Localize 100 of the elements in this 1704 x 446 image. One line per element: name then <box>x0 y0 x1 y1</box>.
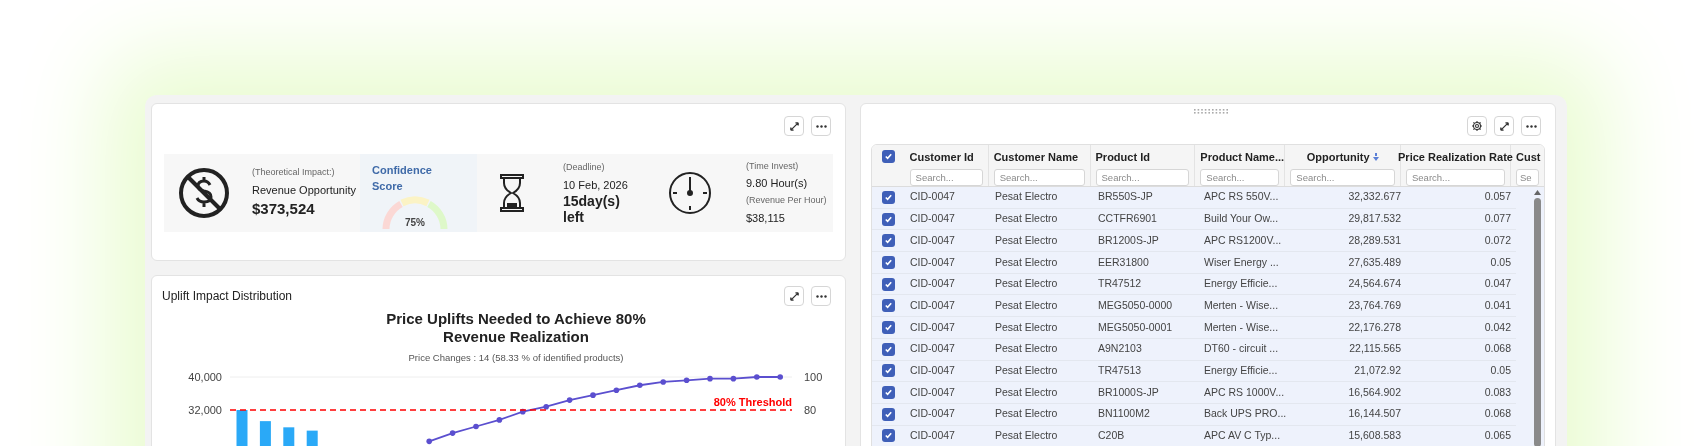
table-cell-text: APC RS 1000V... <box>1204 384 1285 400</box>
table-cell: APC AV C Typ... <box>1204 428 1281 444</box>
no-dollar-icon <box>178 167 230 219</box>
kpi-caption: (Theoretical Impact:) <box>252 166 336 179</box>
column-header[interactable]: Price Realization Rate <box>1398 149 1513 166</box>
more-button[interactable] <box>811 116 831 136</box>
table-cell: CCTFR6901 <box>1098 211 1157 227</box>
table-cell-text: Pesat Electro <box>995 384 1058 400</box>
row-checkbox[interactable] <box>882 234 895 248</box>
table-cell: 0.047 <box>1484 276 1511 292</box>
column-header[interactable]: Product Id <box>1095 149 1150 166</box>
bar <box>306 430 318 446</box>
chart-subtitle: Price Changes : 14 (58.33 % of identified products) <box>408 351 624 365</box>
expand-button[interactable] <box>784 286 804 306</box>
data-point <box>613 387 620 394</box>
column-header[interactable]: Cust <box>1516 149 1541 166</box>
table-row[interactable]: CID-0047 Pesat Electro A9N2103 DT60 - circuit ... 22,115.565 0.068 <box>872 338 1516 361</box>
table-row[interactable]: CID-0047 Pesat Electro BR1200S-JP APC RS1200V... 28,289.531 0.072 <box>872 230 1516 253</box>
revenue-per-hour: $38,115 <box>746 211 786 226</box>
table-cell-text: Pesat Electro <box>995 189 1058 205</box>
more-button[interactable] <box>1521 116 1541 136</box>
row-checkbox[interactable] <box>882 212 895 226</box>
table-cell-text: CID-0047 <box>910 254 955 270</box>
expand-button[interactable] <box>1494 116 1514 136</box>
row-checkbox[interactable] <box>882 190 895 204</box>
table-row[interactable]: CID-0047 Pesat Electro BN1100M2 Back UPS PRO... 16,144.507 0.068 <box>872 403 1516 426</box>
table-cell-text: 0.041 <box>1484 297 1511 313</box>
row-checkbox[interactable] <box>882 277 895 291</box>
row-checkbox[interactable] <box>882 429 895 443</box>
table-cell-text: 0.083 <box>1484 384 1511 400</box>
table-row[interactable]: CID-0047 Pesat Electro EER31800 Wiser Energy ... 27,635.489 0.05 <box>872 252 1516 274</box>
table-cell-text: Wiser Energy ... <box>1204 254 1279 270</box>
table-row[interactable]: CID-0047 Pesat Electro TR47513 Energy Efficie... 21,072.92 0.05 <box>872 360 1516 383</box>
table-cell-text: Merten - Wise... <box>1204 319 1279 335</box>
table-cell: CID-0047 <box>910 276 955 292</box>
table-row[interactable]: CID-0047 Pesat Electro C20B APC AV C Typ... 15,608.583 0.065 <box>872 425 1516 446</box>
expand-button[interactable] <box>784 116 804 136</box>
table-row[interactable]: CID-0047 Pesat Electro BR1000S-JP APC RS 1000V... 16,564.902 0.083 <box>872 382 1516 404</box>
table-cell: 0.077 <box>1484 211 1511 227</box>
column-header[interactable]: Customer Name <box>993 149 1079 166</box>
chart-title: Price Uplifts Needed to Achieve 80% Revenue Realization <box>385 310 647 346</box>
table-cell: Energy Efficie... <box>1204 276 1278 292</box>
data-point <box>520 409 526 415</box>
gauge-reading: 75% <box>404 216 426 230</box>
row-checkbox[interactable] <box>882 342 895 356</box>
scrollbar-thumb[interactable] <box>1534 198 1541 446</box>
table-cell-text: BR1000S-JP <box>1098 384 1159 400</box>
column-header[interactable]: Product Name... <box>1200 149 1285 166</box>
table-cell-text: CID-0047 <box>910 406 955 422</box>
table-row[interactable]: CID-0047 Pesat Electro CCTFR6901 Build Your Ow... 29,817.532 0.077 <box>872 208 1516 231</box>
search-field[interactable]: Search... <box>909 168 983 186</box>
search-field[interactable]: Search... <box>1095 168 1190 186</box>
search-field[interactable]: Search... <box>993 168 1085 186</box>
data-point <box>637 382 643 389</box>
data-point <box>777 374 783 381</box>
table-cell-text: 22,176.278 <box>1348 319 1401 335</box>
search-field[interactable]: Search... <box>1406 168 1505 186</box>
table-cell-text: CID-0047 <box>910 362 955 378</box>
table-cell-text: BN1100M2 <box>1098 406 1150 422</box>
scroll-up-icon[interactable] <box>1534 190 1541 195</box>
search-field[interactable]: Se <box>1516 168 1539 186</box>
row-checkbox[interactable] <box>882 299 895 313</box>
column-header[interactable]: Opportunity <box>1306 149 1370 166</box>
row-checkbox[interactable] <box>882 386 895 400</box>
threshold-label: 80% Threshold <box>713 396 792 409</box>
axis-tick-label: 40,000 <box>188 371 222 384</box>
table-row[interactable]: CID-0047 Pesat Electro MEG5050-0000 Merten - Wise... 23,764.769 0.041 <box>872 295 1516 318</box>
table-row[interactable]: CID-0047 Pesat Electro MEG5050-0001 Merten - Wise... 22,176.278 0.042 <box>872 317 1516 339</box>
table-cell: Build Your Ow... <box>1204 211 1279 227</box>
column-header[interactable]: Customer Id <box>909 149 974 166</box>
table-row[interactable]: CID-0047 Pesat Electro TR47512 Energy Efficie... 24,564.674 0.047 <box>872 273 1516 296</box>
bar <box>236 410 248 446</box>
axis-tick-label: 32,000 <box>188 404 222 417</box>
search-field[interactable]: Search... <box>1290 168 1395 186</box>
row-checkbox[interactable] <box>881 150 895 163</box>
row-checkbox[interactable] <box>882 255 895 269</box>
hours-value: 9.80 Hour(s) <box>746 176 809 191</box>
settings-button[interactable] <box>1467 116 1487 136</box>
check-icon <box>884 257 893 267</box>
check-icon <box>884 409 893 419</box>
table-cell-text: CID-0047 <box>910 297 955 313</box>
table-cell-text: BR1200S-JP <box>1098 232 1159 248</box>
table-cell-text: Pesat Electro <box>995 297 1058 313</box>
drag-handle-icon[interactable] <box>1194 109 1230 114</box>
data-point <box>496 417 503 423</box>
table-row[interactable]: CID-0047 Pesat Electro BR550S-JP APC RS 550V... 32,332.677 0.057 <box>872 187 1516 209</box>
table-cell-text: Merten - Wise... <box>1204 297 1279 313</box>
row-checkbox[interactable] <box>882 407 895 421</box>
row-checkbox[interactable] <box>882 320 895 334</box>
table-cell-text: 16,144.507 <box>1348 406 1401 422</box>
search-field[interactable]: Search... <box>1200 168 1280 186</box>
more-button[interactable] <box>811 286 831 306</box>
table-cell-text: Energy Efficie... <box>1204 362 1278 378</box>
confidence-title: Confidence Score <box>372 163 433 194</box>
bar <box>283 427 295 446</box>
settings-icon <box>1471 120 1483 132</box>
scrollbar[interactable] <box>1516 187 1544 446</box>
check-icon <box>884 431 893 441</box>
row-checkbox[interactable] <box>882 364 895 378</box>
table-cell-text: 0.05 <box>1490 362 1511 378</box>
